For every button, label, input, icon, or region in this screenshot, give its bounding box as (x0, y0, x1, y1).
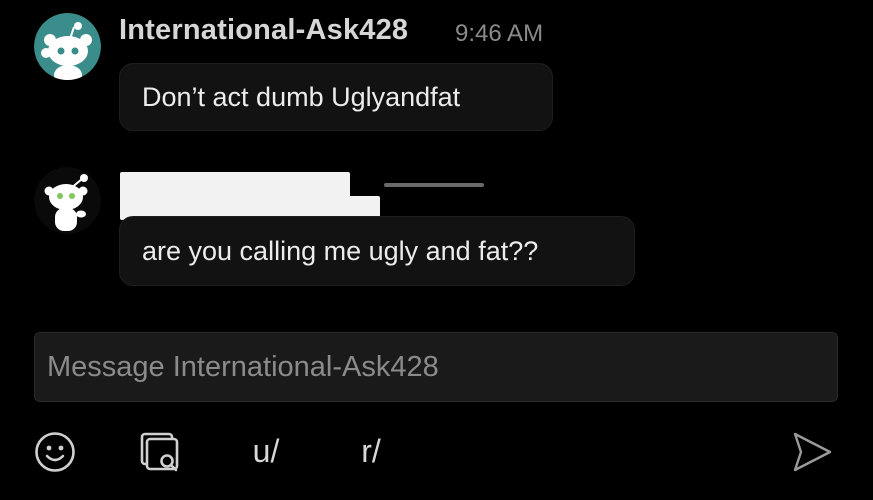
message-bubble[interactable]: are you calling me ugly and fat?? (119, 216, 635, 286)
message-composer[interactable] (34, 332, 838, 402)
redacted-username (120, 172, 350, 220)
redacted-timestamp (384, 183, 484, 187)
redacted-username-tail (340, 196, 380, 218)
sender-username[interactable]: International-Ask428 (119, 14, 408, 47)
my-avatar[interactable] (34, 167, 101, 234)
snoo-avatar-icon (34, 13, 101, 80)
chat-screen: International-Ask428 9:46 AM Don’t act d… (0, 0, 873, 500)
emoji-button[interactable] (33, 430, 77, 474)
message-text: are you calling me ugly and fat?? (142, 235, 539, 266)
message-bubble[interactable]: Don’t act dumb Uglyandfat (119, 63, 553, 131)
user-mention-button[interactable]: u/ (245, 430, 287, 472)
send-icon (793, 432, 832, 472)
snoo-avatar-icon (34, 167, 101, 234)
message-timestamp: 9:46 AM (455, 20, 544, 47)
gallery-search-icon (140, 432, 179, 472)
sender-avatar[interactable] (34, 13, 101, 80)
message-input[interactable] (45, 349, 827, 385)
community-mention-button[interactable]: r/ (354, 430, 388, 472)
gallery-button[interactable] (138, 430, 184, 476)
emoji-icon (35, 432, 75, 472)
send-button[interactable] (788, 428, 836, 476)
message-text: Don’t act dumb Uglyandfat (142, 81, 461, 112)
